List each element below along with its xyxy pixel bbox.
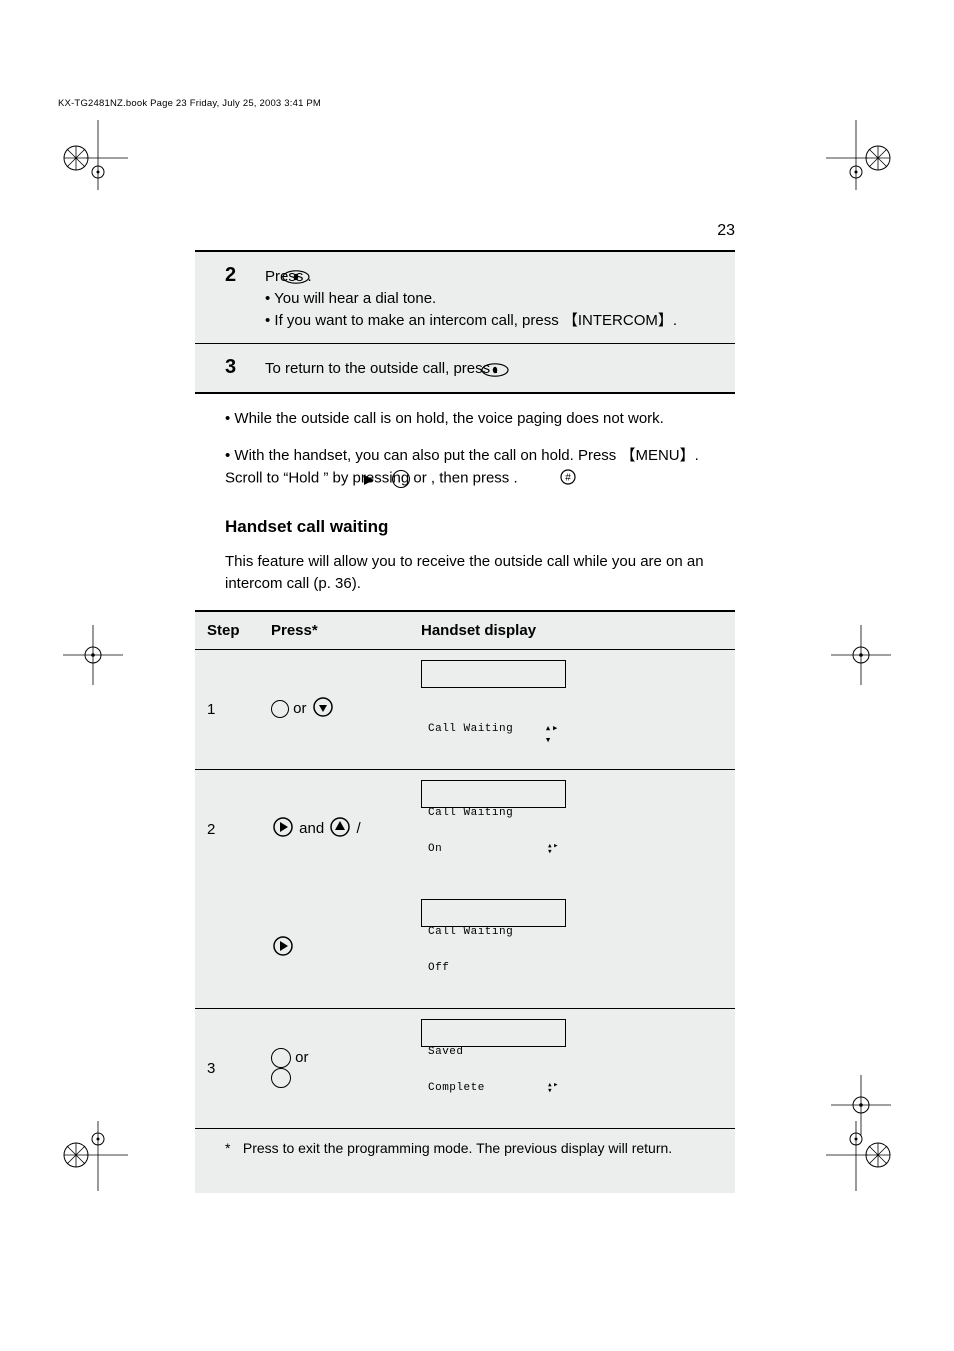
cell-step: 1 (195, 649, 259, 769)
crop-mark-icon (58, 620, 128, 690)
crop-mark-icon (58, 120, 128, 190)
table-row: 1 or Call Waiting ▴▸▾ (195, 649, 735, 769)
table-footnote: * Press to exit the programming mode. Th… (195, 1129, 735, 1193)
svg-text:#: # (565, 473, 571, 484)
scroll-arrows-icon: ▴▸▾ (547, 1082, 559, 1094)
step-block: 2 Press . • You will hear a dial tone. •… (195, 250, 735, 394)
step-text: To return to the outside call, press . (265, 358, 705, 380)
crop-mark-icon (58, 1121, 128, 1191)
step-number: 3 (225, 356, 253, 379)
cell-display: Call Waiting Off (409, 889, 735, 1009)
scroll-arrows-icon: ▴▸▾ (547, 843, 559, 855)
body-paragraph: • While the outside call is on hold, the… (195, 408, 735, 431)
ok-button-icon (271, 1048, 291, 1068)
body-paragraph: This feature will allow you to receive t… (195, 551, 735, 596)
cell-press: or (259, 649, 409, 769)
phone-button-icon (481, 362, 509, 384)
cell-press: or (259, 1008, 409, 1128)
cell-step: 2 (195, 769, 259, 889)
cell-display: Call Waiting On▴▸▾ (409, 769, 735, 889)
table-row: 2 and / Call Waiting (195, 769, 735, 889)
ok-button-icon (271, 1068, 291, 1088)
cell-step (195, 889, 259, 1009)
col-header-press: Press* (259, 611, 409, 650)
nav-button-icon (271, 700, 289, 718)
table-row: 3 or Saved Complete▴▸▾ (195, 1008, 735, 1128)
header-filename: KX-TG2481NZ.book Page 23 Friday, July 25… (58, 98, 321, 109)
nav-down-icon (313, 697, 333, 721)
lcd-display: Call Waiting On▴▸▾ (421, 780, 566, 808)
lcd-display: Call Waiting Off (421, 899, 566, 927)
page-content: 2 3 2 Press . • You will hear a dial tone… (195, 250, 735, 1193)
hash-button-icon: # (560, 469, 576, 493)
subsection-heading: Handset call waiting (225, 517, 735, 537)
nav-right-icon (273, 817, 293, 841)
cell-display: Call Waiting ▴▸▾ (409, 649, 735, 769)
step-number: 2 (225, 264, 253, 287)
crop-mark-icon (826, 1121, 896, 1191)
procedure-table-inner: Step Press* Handset display 1 or (195, 610, 735, 1129)
lcd-display: Saved Complete▴▸▾ (421, 1019, 566, 1047)
crop-mark-icon (826, 120, 896, 190)
cell-step: 3 (195, 1008, 259, 1128)
nav-right-icon (364, 470, 374, 493)
col-header-display: Handset display (409, 611, 735, 650)
crop-mark-icon (826, 1070, 896, 1140)
nav-up-icon (330, 817, 350, 841)
lcd-display: Call Waiting ▴▸▾ (421, 660, 566, 688)
nav-right-icon (273, 936, 293, 960)
scroll-arrows-icon: ▴▸▾ (545, 723, 559, 747)
body-paragraph: • With the handset, you can also put the… (195, 445, 735, 491)
cell-press: and / (259, 769, 409, 889)
cell-display: Saved Complete▴▸▾ (409, 1008, 735, 1128)
table-row: Call Waiting Off (195, 889, 735, 1009)
crop-mark-icon (826, 620, 896, 690)
cell-press (259, 889, 409, 1009)
circle-icon (392, 468, 410, 491)
procedure-table: Step Press* Handset display 1 or (195, 610, 735, 1193)
step-text: Press . • You will hear a dial tone. • I… (265, 266, 705, 331)
phone-button-icon (282, 269, 310, 291)
col-header-step: Step (195, 611, 259, 650)
page-number: 23 (717, 222, 735, 240)
